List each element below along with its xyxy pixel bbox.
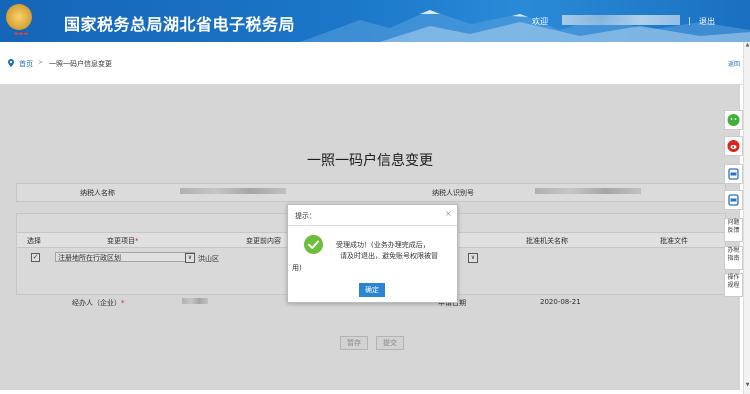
close-icon[interactable]: × [445, 209, 452, 218]
page-scrollbar[interactable]: ▲ ▼ [743, 42, 750, 394]
printer-icon [728, 168, 739, 180]
logout-link[interactable]: 退出 [699, 16, 715, 27]
breadcrumb-separator: > [38, 59, 44, 66]
confirm-button[interactable]: 确定 [359, 283, 385, 297]
success-dialog: 提示： × 受理成功！(业务办理完成后， 请及时退出，避免账号权限被冒 用) 确… [287, 204, 458, 303]
scroll-down-icon[interactable]: ▼ [744, 382, 750, 389]
manual-link[interactable]: 操作规程 [724, 273, 743, 297]
dialog-message-line3: 用) [292, 264, 302, 272]
breadcrumb-home-link[interactable]: 首页 [19, 59, 33, 69]
dialog-message-line1: 受理成功！(业务办理完成后， [336, 241, 430, 249]
wechat-share-button[interactable] [724, 110, 743, 130]
breadcrumb-bar [0, 42, 750, 85]
guide-link[interactable]: 办税指南 [724, 246, 743, 270]
back-link[interactable]: 返回 [728, 59, 740, 68]
weibo-share-button[interactable] [724, 136, 743, 156]
weibo-icon [727, 140, 740, 152]
dialog-message-line2: 请及时退出，避免账号权限被冒 [340, 252, 438, 260]
username-redacted [562, 15, 680, 25]
scroll-up-icon[interactable]: ▲ [744, 42, 750, 49]
tax-emblem-logo [6, 4, 32, 30]
breadcrumb-current: 一照一码户信息变更 [49, 60, 112, 68]
welcome-text: 欢迎 [532, 17, 548, 26]
print-button[interactable] [724, 164, 743, 184]
document-icon [728, 194, 739, 206]
location-pin-icon [8, 59, 14, 67]
manual-label: 操作规程 [727, 274, 740, 289]
guide-label: 办税指南 [727, 247, 740, 262]
dialog-title: 提示： [295, 212, 316, 220]
wechat-icon [727, 114, 740, 126]
success-check-icon [304, 235, 323, 254]
emblem-caption-graphic: ▬▬▬ [14, 31, 29, 37]
export-button[interactable] [724, 190, 743, 210]
feedback-label: 问题反馈 [727, 219, 740, 234]
header-separator: | [688, 16, 691, 25]
feedback-link[interactable]: 问题反馈 [724, 218, 743, 242]
site-title: 国家税务总局湖北省电子税务局 [64, 15, 296, 34]
